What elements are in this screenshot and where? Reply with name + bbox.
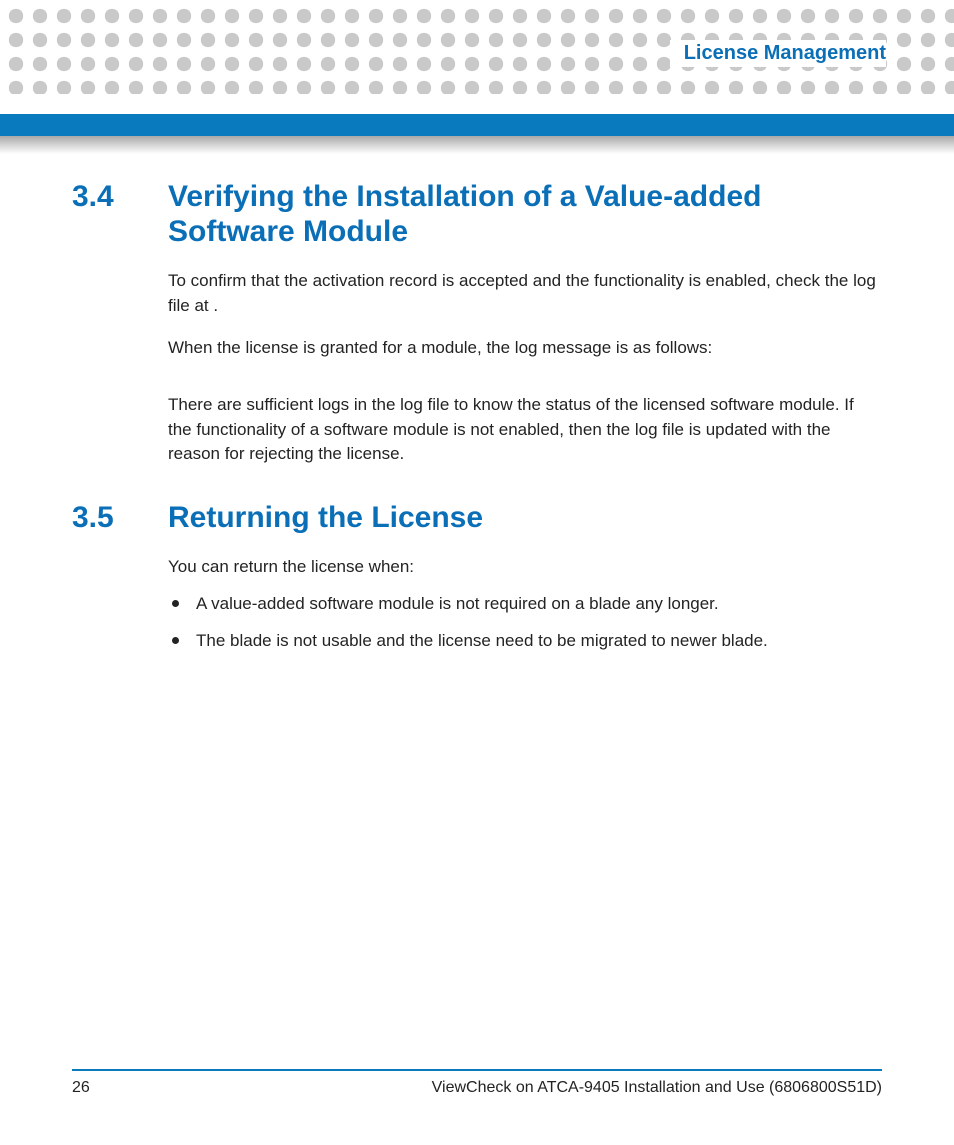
section-title: Verifying the Installation of a Value-ad…: [168, 180, 882, 249]
section-3-4: 3.4 Verifying the Installation of a Valu…: [72, 180, 882, 467]
footer-row: 26 ViewCheck on ATCA-9405 Installation a…: [72, 1079, 882, 1097]
paragraph: To confirm that the activation record is…: [168, 269, 882, 318]
section-heading: 3.5 Returning the License: [72, 501, 882, 536]
paragraph: You can return the license when:: [168, 555, 882, 580]
section-3-5: 3.5 Returning the License You can return…: [72, 501, 882, 653]
section-number: 3.5: [72, 501, 168, 536]
header-shadow-bar: [0, 136, 954, 154]
paragraph: When the license is granted for a module…: [168, 336, 882, 361]
paragraph: There are sufficient logs in the log fil…: [168, 393, 882, 467]
section-body: You can return the license when: A value…: [168, 555, 882, 653]
footer-rule: [72, 1069, 882, 1071]
bullet-list: A value-added software module is not req…: [168, 592, 882, 653]
header-blue-bar: [0, 114, 954, 136]
list-item: The blade is not usable and the license …: [168, 629, 882, 654]
section-heading: 3.4 Verifying the Installation of a Valu…: [72, 180, 882, 249]
section-number: 3.4: [72, 180, 168, 215]
header-title-wrap: License Management: [670, 40, 886, 67]
chapter-title: License Management: [684, 42, 886, 64]
page: License Management 3.4 Verifying the Ins…: [0, 0, 954, 1145]
page-number: 26: [72, 1079, 90, 1097]
doc-title: ViewCheck on ATCA-9405 Installation and …: [432, 1079, 882, 1097]
list-item: A value-added software module is not req…: [168, 592, 882, 617]
section-body: To confirm that the activation record is…: [168, 269, 882, 467]
section-title: Returning the License: [168, 501, 483, 536]
page-footer: 26 ViewCheck on ATCA-9405 Installation a…: [72, 1069, 882, 1097]
content-area: 3.4 Verifying the Installation of a Valu…: [72, 180, 882, 687]
